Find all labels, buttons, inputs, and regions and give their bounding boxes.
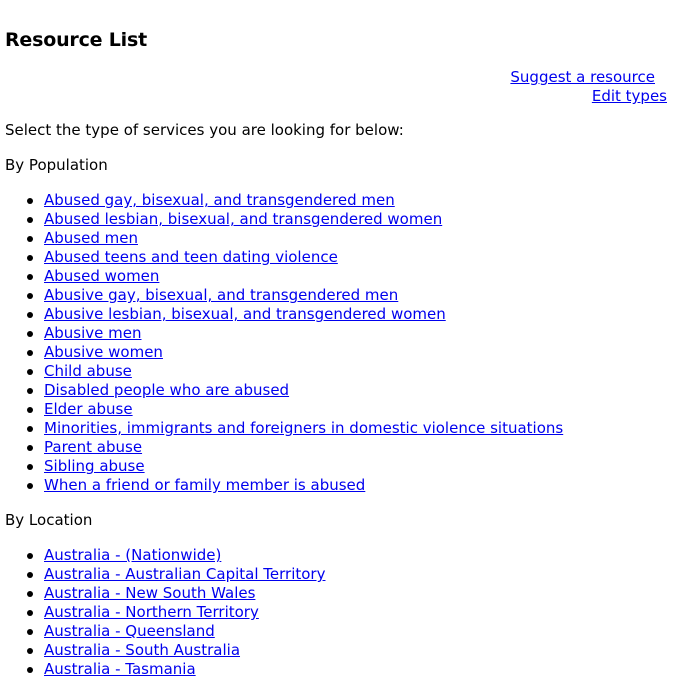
- list-item: Australia - Northern Territory: [27, 603, 325, 622]
- list-item: Australia - South Australia: [27, 641, 325, 660]
- bullet-icon: [27, 236, 33, 242]
- bullet-icon: [27, 667, 33, 673]
- bullet-icon: [27, 198, 33, 204]
- resource-link[interactable]: Disabled people who are abused: [44, 381, 289, 399]
- resource-link[interactable]: Abusive gay, bisexual, and transgendered…: [44, 286, 398, 304]
- bullet-icon: [27, 629, 33, 635]
- resource-link[interactable]: Australia - (Nationwide): [44, 546, 221, 564]
- list-item: Elder abuse: [27, 400, 563, 419]
- bullet-icon: [27, 591, 33, 597]
- list-item: Sibling abuse: [27, 457, 563, 476]
- list-item: Abused gay, bisexual, and transgendered …: [27, 191, 563, 210]
- bullet-icon: [27, 648, 33, 654]
- list-item: Disabled people who are abused: [27, 381, 563, 400]
- bullet-icon: [27, 217, 33, 223]
- resource-link[interactable]: Minorities, immigrants and foreigners in…: [44, 419, 563, 437]
- list-item: Abusive women: [27, 343, 563, 362]
- bullet-icon: [27, 293, 33, 299]
- resource-link[interactable]: Abusive women: [44, 343, 163, 361]
- list-item: Abusive lesbian, bisexual, and transgend…: [27, 305, 563, 324]
- resource-link[interactable]: Abused teens and teen dating violence: [44, 248, 338, 266]
- resource-link[interactable]: Abused gay, bisexual, and transgendered …: [44, 191, 395, 209]
- list-item: When a friend or family member is abused: [27, 476, 563, 495]
- bullet-icon: [27, 369, 33, 375]
- list-item: Abused women: [27, 267, 563, 286]
- resource-link[interactable]: Sibling abuse: [44, 457, 145, 475]
- top-links: Suggest a resource Edit types: [510, 68, 667, 106]
- bullet-icon: [27, 426, 33, 432]
- population-list: Abused gay, bisexual, and transgendered …: [0, 191, 563, 495]
- resource-link[interactable]: Elder abuse: [44, 400, 133, 418]
- resource-link[interactable]: Australia - South Australia: [44, 641, 240, 659]
- list-item: Abused lesbian, bisexual, and transgende…: [27, 210, 563, 229]
- list-item: Abused men: [27, 229, 563, 248]
- list-item: Child abuse: [27, 362, 563, 381]
- resource-link[interactable]: Australia - Northern Territory: [44, 603, 259, 621]
- resource-link[interactable]: Australia - Tasmania: [44, 660, 196, 678]
- bullet-icon: [27, 553, 33, 559]
- resource-link[interactable]: Abusive men: [44, 324, 142, 342]
- list-item: Minorities, immigrants and foreigners in…: [27, 419, 563, 438]
- bullet-icon: [27, 572, 33, 578]
- resource-link[interactable]: Child abuse: [44, 362, 132, 380]
- resource-link[interactable]: Abused women: [44, 267, 159, 285]
- list-item: Abusive gay, bisexual, and transgendered…: [27, 286, 563, 305]
- intro-text: Select the type of services you are look…: [5, 121, 404, 139]
- bullet-icon: [27, 312, 33, 318]
- location-list: Australia - (Nationwide) Australia - Aust…: [0, 546, 325, 679]
- section-heading-population: By Population: [5, 156, 108, 174]
- resource-link[interactable]: Australia - Australian Capital Territory: [44, 565, 325, 583]
- list-item: Abusive men: [27, 324, 563, 343]
- bullet-icon: [27, 274, 33, 280]
- bullet-icon: [27, 255, 33, 261]
- bullet-icon: [27, 464, 33, 470]
- suggest-resource-link[interactable]: Suggest a resource: [510, 68, 655, 87]
- page-title: Resource List: [5, 29, 147, 51]
- bullet-icon: [27, 350, 33, 356]
- bullet-icon: [27, 388, 33, 394]
- edit-types-link[interactable]: Edit types: [510, 87, 667, 106]
- list-item: Abused teens and teen dating violence: [27, 248, 563, 267]
- list-item: Australia - Tasmania: [27, 660, 325, 679]
- bullet-icon: [27, 483, 33, 489]
- resource-link[interactable]: When a friend or family member is abused: [44, 476, 365, 494]
- list-item: Parent abuse: [27, 438, 563, 457]
- resource-link[interactable]: Abusive lesbian, bisexual, and transgend…: [44, 305, 446, 323]
- list-item: Australia - Australian Capital Territory: [27, 565, 325, 584]
- resource-link[interactable]: Abused men: [44, 229, 138, 247]
- bullet-icon: [27, 610, 33, 616]
- bullet-icon: [27, 331, 33, 337]
- bullet-icon: [27, 445, 33, 451]
- list-item: Australia - (Nationwide): [27, 546, 325, 565]
- list-item: Australia - New South Wales: [27, 584, 325, 603]
- resource-link[interactable]: Australia - Queensland: [44, 622, 215, 640]
- resource-link[interactable]: Parent abuse: [44, 438, 142, 456]
- resource-link[interactable]: Australia - New South Wales: [44, 584, 255, 602]
- section-heading-location: By Location: [5, 511, 93, 529]
- resource-link[interactable]: Abused lesbian, bisexual, and transgende…: [44, 210, 442, 228]
- list-item: Australia - Queensland: [27, 622, 325, 641]
- bullet-icon: [27, 407, 33, 413]
